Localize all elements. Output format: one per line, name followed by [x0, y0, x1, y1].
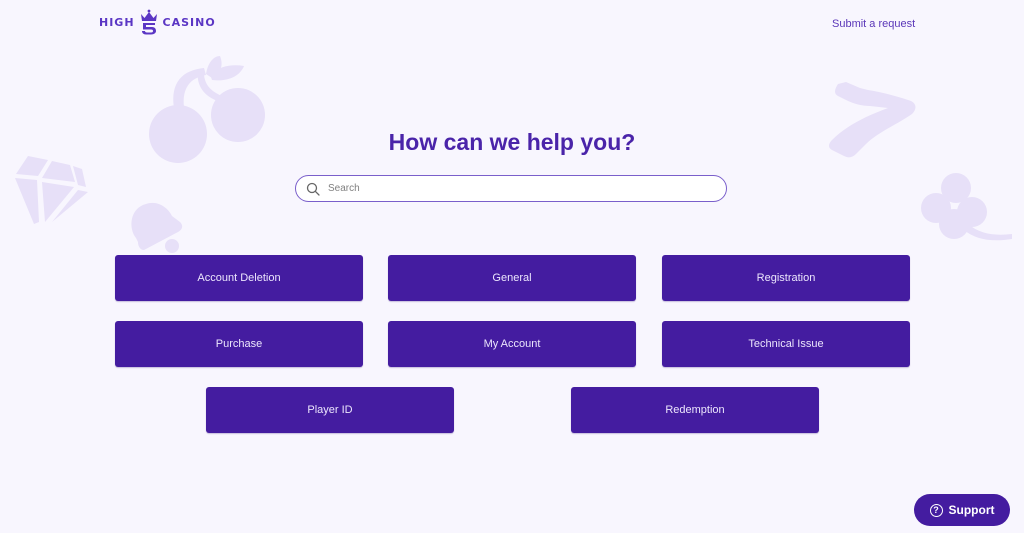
- category-my-account-button[interactable]: My Account: [388, 321, 636, 367]
- category-general-button[interactable]: General: [388, 255, 636, 301]
- logo[interactable]: HIGH CASINO: [99, 9, 216, 35]
- support-button[interactable]: ? Support: [914, 494, 1010, 526]
- club-icon: [921, 173, 1012, 241]
- submit-request-link[interactable]: Submit a request: [832, 18, 915, 30]
- page-title: How can we help you?: [388, 129, 636, 155]
- bell-icon: [131, 202, 183, 253]
- logo-text-left: HIGH: [99, 15, 135, 29]
- category-player-id-button[interactable]: Player ID: [206, 387, 454, 433]
- header: HIGH CASINO Submit a request: [0, 0, 1024, 50]
- crown-logo-icon: [140, 9, 157, 35]
- search-input[interactable]: [326, 182, 726, 195]
- search-bar[interactable]: [295, 175, 727, 202]
- help-circle-icon: ?: [929, 503, 943, 517]
- category-redemption-button[interactable]: Redemption: [571, 387, 819, 433]
- category-technical-issue-button[interactable]: Technical Issue: [662, 321, 910, 367]
- logo-text-right: CASINO: [162, 15, 216, 29]
- diamond-icon: [15, 156, 88, 224]
- category-registration-button[interactable]: Registration: [662, 255, 910, 301]
- category-account-deletion-button[interactable]: Account Deletion: [115, 255, 363, 301]
- category-purchase-button[interactable]: Purchase: [115, 321, 363, 367]
- support-label: Support: [948, 503, 995, 517]
- search-icon: [306, 182, 320, 196]
